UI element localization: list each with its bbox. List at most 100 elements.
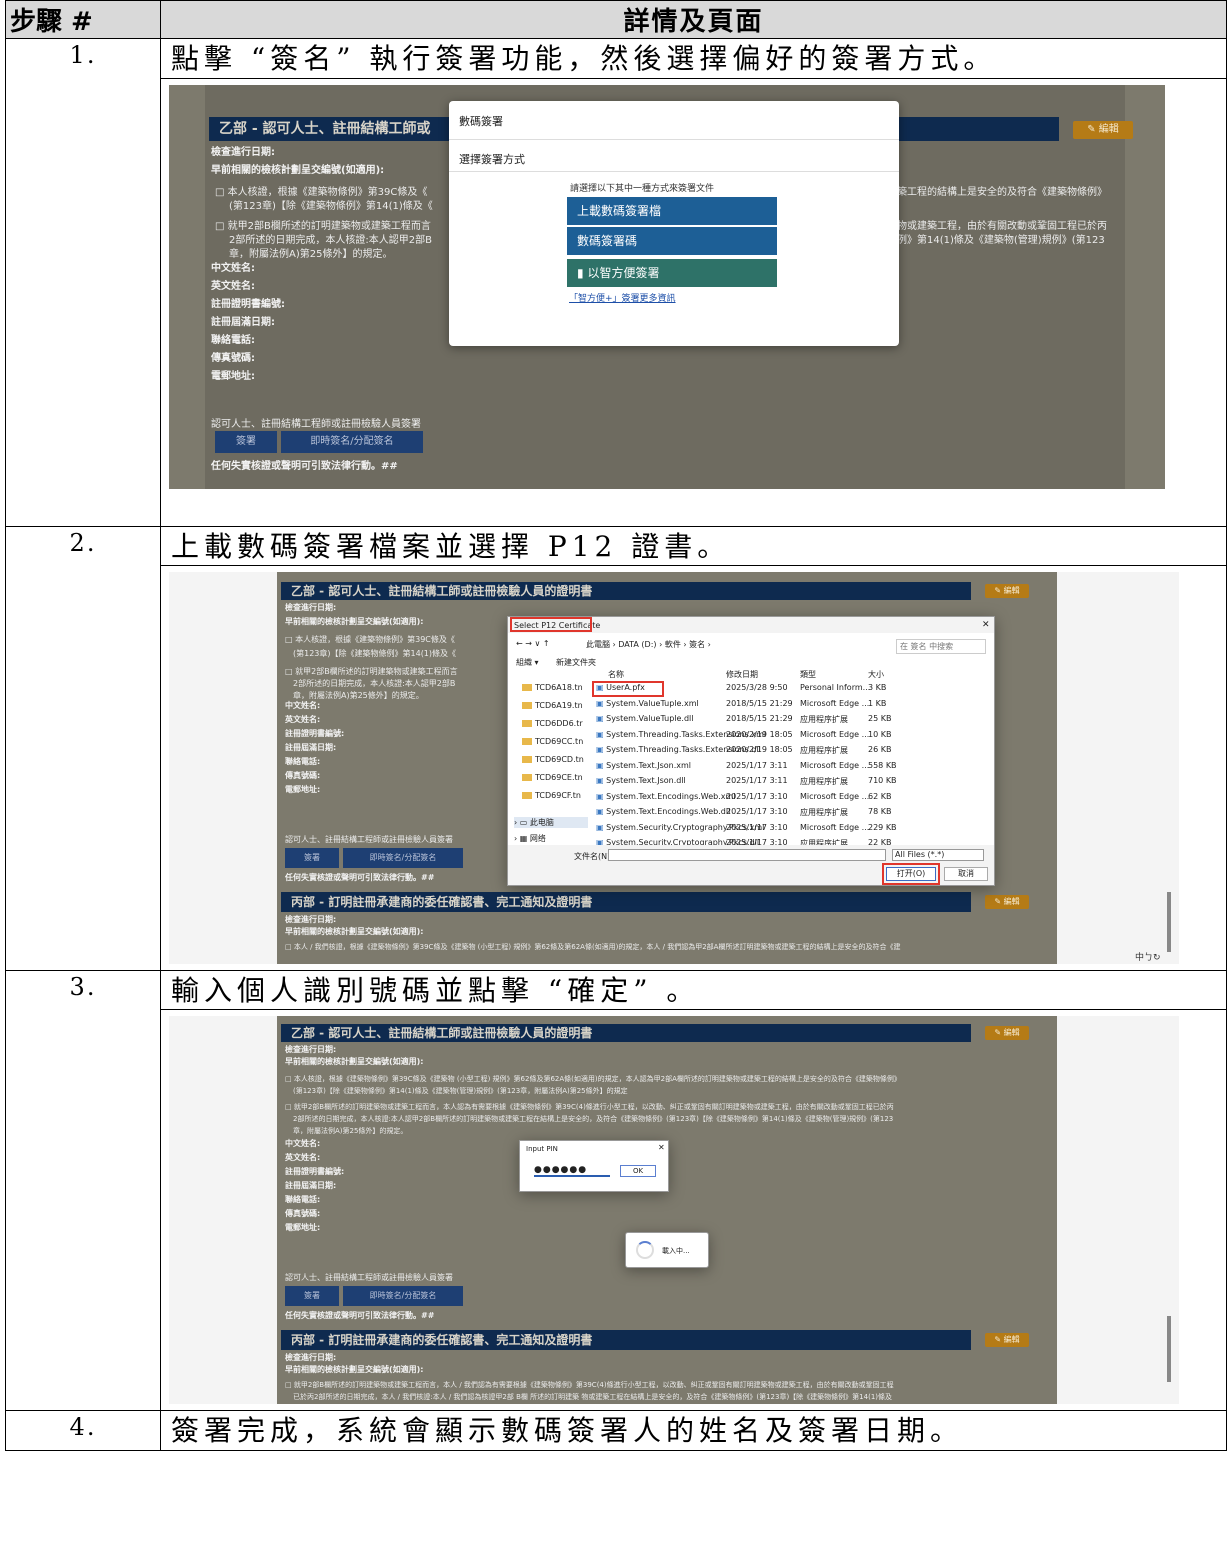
edit-button-c[interactable]: ✎ 編輯 bbox=[985, 1333, 1029, 1347]
input-pin-dialog: Input PIN ✕ ●●●●●● OK bbox=[519, 1140, 669, 1192]
file-icon: ▣ bbox=[596, 760, 607, 770]
address-bar[interactable]: 此電腦 › DATA (D:) › 軟件 › 簽名 › bbox=[586, 639, 711, 650]
file-date: 2025/1/17 3:10 bbox=[726, 822, 788, 832]
part-b-title: 乙部 - 認可人士、註冊結構工師或註冊檢驗人員的證明書 bbox=[281, 582, 971, 600]
digital-code-button[interactable]: 數碼簽署碼 bbox=[567, 227, 777, 255]
loading-text: 載入中... bbox=[662, 1247, 690, 1255]
file-dialog: Select P12 Certificate ✕ ← → ∨ ↑ 此電腦 › D… bbox=[507, 616, 995, 886]
scrollbar[interactable] bbox=[1167, 892, 1171, 952]
close-icon[interactable]: ✕ bbox=[658, 1143, 665, 1152]
file-row[interactable]: ▣ System.ValueTuple.xml 2018/5/15 21:29 Mi… bbox=[508, 699, 988, 713]
file-name: ▣ System.ValueTuple.dll bbox=[596, 714, 694, 723]
file-type: Microsoft Edge ... bbox=[800, 822, 870, 832]
file-date: 2018/5/15 21:29 bbox=[726, 714, 793, 723]
file-date: 2025/1/17 3:11 bbox=[726, 776, 788, 785]
dialog-title: 數碼簽署 bbox=[459, 115, 503, 128]
file-row[interactable]: ▣ System.Text.Json.dll 2025/1/17 3:11 应用程序… bbox=[508, 776, 988, 790]
close-icon[interactable]: ✕ bbox=[982, 620, 990, 630]
file-row[interactable]: ▣ System.Text.Json.xml 2025/1/17 3:11 Micr… bbox=[508, 761, 988, 775]
filename-input[interactable] bbox=[608, 849, 886, 861]
instant-sign-button[interactable]: 即時簽名/分配簽名 bbox=[343, 848, 463, 868]
edit-button-c[interactable]: ✎ 編輯 bbox=[985, 895, 1029, 909]
dialog-subtitle: 選擇簽署方式 bbox=[459, 153, 525, 166]
file-size: 78 KB bbox=[868, 807, 892, 816]
file-date: 2018/5/15 21:29 bbox=[726, 698, 793, 708]
screenshot-step-2: 乙部 - 認可人士、註冊結構工師或註冊檢驗人員的證明書 ✎ 編輯 檢查進行日期:… bbox=[169, 572, 1179, 964]
file-type: 应用程序扩展 bbox=[800, 746, 848, 755]
edit-button[interactable]: ✎ 編輯 bbox=[1073, 121, 1133, 139]
pin-input[interactable]: ●●●●●● bbox=[534, 1165, 610, 1177]
phone-icon: ▮ bbox=[577, 266, 584, 280]
file-size: 710 KB bbox=[868, 776, 897, 785]
ok-button[interactable]: OK bbox=[620, 1165, 656, 1177]
file-icon: ▣ bbox=[596, 714, 607, 723]
file-row[interactable]: ▣ System.ValueTuple.dll 2018/5/15 21:29 应用… bbox=[508, 714, 988, 728]
part-c-title: 丙部 - 訂明註冊承建商的委任確認書、完工通知及證明書 bbox=[281, 1330, 971, 1350]
loading-box: 載入中... bbox=[625, 1232, 709, 1268]
file-row[interactable]: ▣ System.Security.Cryptography.Pkcs.xml 2… bbox=[508, 823, 988, 837]
step-4-number: 4. bbox=[5, 1410, 161, 1451]
file-name: ▣ System.ValueTuple.xml bbox=[596, 698, 699, 708]
iamsmart-button[interactable]: ▮ 以智方便簽署 bbox=[567, 259, 777, 287]
instant-sign-button[interactable]: 即時簽名/分配簽名 bbox=[281, 431, 423, 453]
iamsmart-info-link[interactable]: 「智方便+」簽署更多資訊 bbox=[569, 291, 676, 304]
step-4-text: 簽署完成，系統會顯示數碼簽署人的姓名及簽署日期。 bbox=[160, 1410, 1227, 1451]
spinner-icon bbox=[636, 1241, 654, 1259]
screenshot-step-3: 乙部 - 認可人士、註冊結構工師或註冊檢驗人員的證明書 ✎ 編輯 檢查進行日期:… bbox=[169, 1016, 1179, 1404]
file-icon: ▣ bbox=[596, 791, 607, 801]
step-2-number: 2. bbox=[5, 526, 161, 971]
file-row[interactable]: ▣ System.Threading.Tasks.Extensions.xml 2… bbox=[508, 730, 988, 744]
file-row[interactable]: ▣ UserA.pfx 2025/3/28 9:50 Personal Inform… bbox=[508, 683, 988, 697]
search-input[interactable]: 在 簽名 中搜索 bbox=[896, 639, 986, 654]
scrollbar[interactable] bbox=[1167, 1316, 1171, 1382]
file-name: ▣ System.Text.Encodings.Web.dll bbox=[596, 807, 731, 816]
file-row[interactable]: ▣ System.Text.Encodings.Web.xml 2025/1/17… bbox=[508, 792, 988, 806]
screenshot-step-1: 乙部 - 認可人士、註冊結構工師或 ✎ 編輯 檢查進行日期: 早前相關的檢核計劃… bbox=[169, 85, 1165, 489]
ime-indicator: 中ㄅ↻ bbox=[1135, 953, 1161, 963]
file-row[interactable]: ▣ System.Threading.Tasks.Extensions.dll 2… bbox=[508, 745, 988, 759]
step-3-text: 輸入個人識別號碼並點擊 “確定” 。 bbox=[160, 970, 1227, 1010]
step-1-number: 1. bbox=[5, 38, 161, 527]
edit-button[interactable]: ✎ 編輯 bbox=[985, 584, 1029, 598]
file-row[interactable]: ▣ System.Text.Encodings.Web.dll 2025/1/17… bbox=[508, 807, 988, 821]
file-size: 229 KB bbox=[868, 822, 897, 832]
file-size: 558 KB bbox=[868, 760, 897, 770]
file-icon: ▣ bbox=[596, 745, 607, 754]
file-date: 2020/2/19 18:05 bbox=[726, 729, 793, 739]
nav-arrows-icon[interactable]: ← → ∨ ↑ bbox=[516, 639, 550, 648]
file-icon: ▣ bbox=[596, 729, 607, 739]
file-size: 3 KB bbox=[868, 683, 887, 692]
dialog-instruction: 請選擇以下其中一種方式來簽署文件 bbox=[570, 184, 715, 194]
file-type: 应用程序扩展 bbox=[800, 715, 848, 724]
file-type-select[interactable]: All Files (*.*) bbox=[892, 849, 984, 861]
file-date: 2025/3/28 9:50 bbox=[726, 683, 788, 692]
file-type: 应用程序扩展 bbox=[800, 808, 848, 817]
instant-sign-button[interactable]: 即時簽名/分配簽名 bbox=[343, 1286, 463, 1306]
file-type: Microsoft Edge ... bbox=[800, 729, 870, 739]
sign-button[interactable]: 簽署 bbox=[285, 848, 339, 868]
part-c-title: 丙部 - 訂明註冊承建商的委任確認書、完工通知及證明書 bbox=[281, 892, 971, 912]
file-name: ▣ System.Text.Json.dll bbox=[596, 776, 686, 785]
new-folder-button[interactable]: 新建文件夾 bbox=[556, 657, 596, 668]
file-type: 应用程序扩展 bbox=[800, 777, 848, 786]
pin-dialog-title: Input PIN bbox=[526, 1145, 558, 1153]
edit-button[interactable]: ✎ 編輯 bbox=[985, 1026, 1029, 1040]
file-size: 25 KB bbox=[868, 714, 892, 723]
file-name: ▣ System.Text.Encodings.Web.xml bbox=[596, 791, 736, 801]
file-size: 10 KB bbox=[868, 729, 892, 739]
organize-menu[interactable]: 組織 ▾ bbox=[516, 657, 539, 668]
file-name: ▣ System.Text.Json.xml bbox=[596, 760, 691, 770]
file-type: Microsoft Edge ... bbox=[800, 760, 870, 770]
file-icon: ▣ bbox=[596, 807, 607, 816]
file-icon: ▣ bbox=[596, 698, 607, 708]
cancel-button[interactable]: 取消 bbox=[944, 867, 988, 881]
header-detail: 詳情及頁面 bbox=[160, 0, 1227, 39]
file-date: 2025/1/17 3:10 bbox=[726, 791, 788, 801]
digital-sign-dialog: 數碼簽署 選擇簽署方式 請選擇以下其中一種方式來簽署文件 上載數碼簽署檔 數碼簽… bbox=[449, 101, 899, 346]
file-size: 62 KB bbox=[868, 791, 892, 801]
sign-button[interactable]: 簽署 bbox=[285, 1286, 339, 1306]
upload-cert-button[interactable]: 上載數碼簽署檔 bbox=[567, 197, 777, 225]
sign-button[interactable]: 簽署 bbox=[215, 431, 277, 453]
file-date: 2025/1/17 3:11 bbox=[726, 760, 788, 770]
file-date: 2025/1/17 3:10 bbox=[726, 807, 788, 816]
